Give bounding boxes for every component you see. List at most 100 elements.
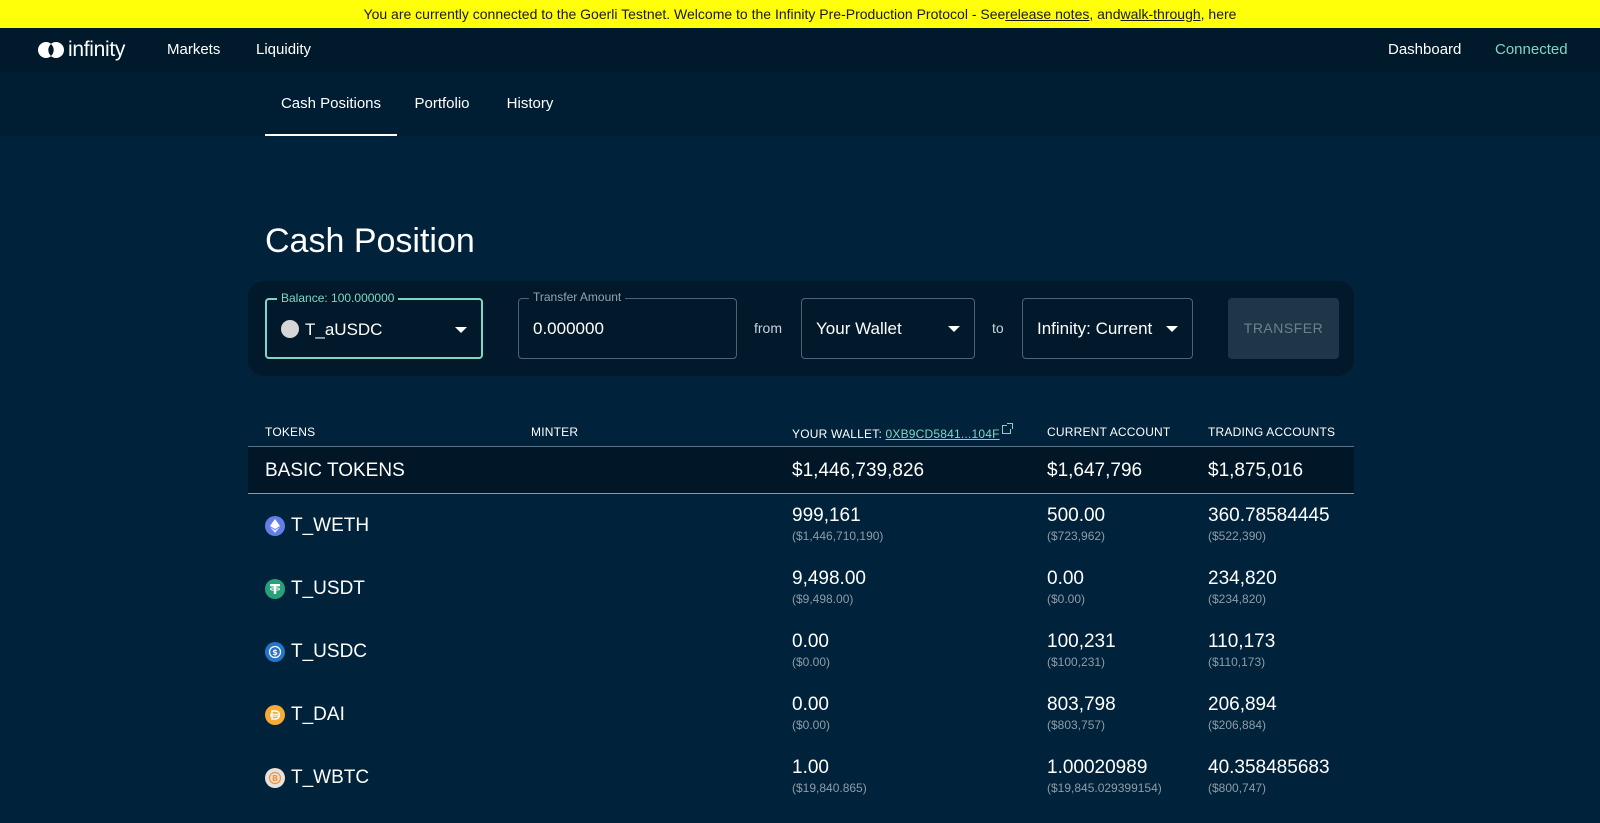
tab-cash-positions[interactable]: Cash Positions	[265, 72, 397, 136]
tether-icon	[265, 578, 285, 599]
chevron-down-icon	[1166, 326, 1178, 332]
infinity-logo[interactable]: infinity	[37, 28, 125, 72]
token-table: TOKENS MINTER YOUR WALLET: 0XB9CD5841...…	[248, 416, 1354, 809]
trading-cell: 206,894 ($206,884)	[1208, 693, 1277, 733]
wallet-amount: 9,498.00	[792, 568, 866, 589]
transfer-panel: Balance: 100.000000 T_aUSDC Transfer Amo…	[248, 281, 1354, 376]
table-row[interactable]: $ T_USDC 0.00 ($0.00) 100,231 ($100,231)…	[248, 620, 1354, 683]
walk-through-link[interactable]: walk-through	[1121, 6, 1201, 22]
sub-navigation: Cash Positions Portfolio History	[0, 72, 1600, 136]
top-navigation: infinity Markets Liquidity Dashboard Con…	[0, 28, 1600, 72]
to-select-value: Infinity: Current	[1037, 319, 1153, 338]
wallet-cell: 999,161 ($1,446,710,190)	[792, 504, 883, 544]
logo-wordmark: infinity	[68, 38, 126, 61]
from-select[interactable]: Your Wallet	[801, 298, 975, 359]
svg-text:B: B	[272, 774, 278, 783]
to-label: to	[992, 320, 1004, 336]
svg-text:$: $	[272, 648, 278, 657]
wallet-amount: 0.00	[792, 631, 829, 652]
current-usd: ($0.00)	[1047, 592, 1086, 606]
group-trading-total: $1,875,016	[1208, 460, 1304, 481]
token-cell: T_USDT	[265, 557, 365, 620]
wallet-cell: 9,498.00 ($9,498.00)	[792, 567, 866, 607]
group-name: BASIC TOKENS	[265, 460, 405, 481]
header-tokens: TOKENS	[265, 425, 316, 439]
wallet-amount: 1.00	[792, 757, 829, 778]
nav-liquidity[interactable]: Liquidity	[256, 28, 311, 72]
current-cell: 100,231 ($100,231)	[1047, 630, 1116, 670]
header-current-account: CURRENT ACCOUNT	[1047, 425, 1171, 439]
trading-usd: ($234,820)	[1208, 592, 1267, 606]
wallet-address-link[interactable]: 0XB9CD5841...104F	[886, 427, 1000, 441]
banner-text-after: , here	[1200, 6, 1237, 22]
token-cell: T_WETH	[265, 494, 369, 557]
wallet-amount: 0.00	[792, 694, 829, 715]
token-select-value: T_aUSDC	[281, 300, 382, 359]
current-cell: 500.00 ($723,962)	[1047, 504, 1105, 544]
current-usd: ($19,845.029399154)	[1047, 781, 1162, 795]
table-header: TOKENS MINTER YOUR WALLET: 0XB9CD5841...…	[248, 416, 1354, 447]
header-minter: MINTER	[531, 425, 579, 439]
header-wallet: YOUR WALLET: 0XB9CD5841...104F	[792, 423, 1013, 441]
token-name: T_WETH	[291, 514, 370, 536]
trading-amount: 110,173	[1208, 631, 1276, 652]
token-select-label: T_aUSDC	[305, 320, 383, 339]
wallet-usd: ($1,446,710,190)	[792, 529, 884, 543]
trading-usd: ($206,884)	[1208, 718, 1267, 732]
infinity-logo-icon	[38, 42, 64, 58]
current-amount: 803,798	[1047, 694, 1116, 715]
wallet-cell: 0.00 ($0.00)	[792, 630, 830, 670]
tab-history[interactable]: History	[502, 72, 558, 136]
transfer-amount-field[interactable]: Transfer Amount 0.000000	[518, 290, 737, 359]
nav-markets[interactable]: Markets	[167, 28, 220, 72]
wallet-usd: ($9,498.00)	[792, 592, 854, 606]
current-cell: 803,798 ($803,757)	[1047, 693, 1116, 733]
token-cell: T_DAI	[265, 683, 345, 746]
table-row[interactable]: B T_WBTC 1.00 ($19,840.865) 1.00020989 (…	[248, 746, 1354, 809]
token-name: T_DAI	[291, 703, 345, 725]
trading-amount: 40.358485683	[1208, 757, 1330, 778]
group-wallet-total: $1,446,739,826	[792, 460, 925, 481]
wallet-usd: ($0.00)	[792, 655, 831, 669]
connected-status[interactable]: Connected	[1495, 28, 1568, 72]
trading-usd: ($800,747)	[1208, 781, 1267, 795]
current-cell: 0.00 ($0.00)	[1047, 567, 1085, 607]
group-row-basic-tokens: BASIC TOKENS $1,446,739,826 $1,647,796 $…	[248, 447, 1354, 494]
external-link-icon[interactable]	[1001, 423, 1013, 434]
header-wallet-label: YOUR WALLET:	[792, 427, 886, 441]
transfer-amount-value[interactable]: 0.000000	[533, 299, 604, 358]
trading-usd: ($110,173)	[1208, 655, 1266, 669]
current-amount: 500.00	[1047, 505, 1106, 526]
current-amount: 0.00	[1047, 568, 1084, 589]
tab-portfolio[interactable]: Portfolio	[408, 72, 476, 136]
trading-cell: 110,173 ($110,173)	[1208, 630, 1275, 670]
trading-cell: 40.358485683 ($800,747)	[1208, 756, 1330, 796]
current-amount: 100,231	[1047, 631, 1116, 652]
transfer-button[interactable]: TRANSFER	[1228, 298, 1339, 359]
token-cell: $ T_USDC	[265, 620, 367, 683]
banner-text-before: You are currently connected to the Goerl…	[363, 6, 1006, 22]
chevron-down-icon	[948, 326, 960, 332]
usdc-icon: $	[265, 641, 285, 662]
testnet-banner: You are currently connected to the Goerl…	[0, 0, 1600, 28]
trading-cell: 234,820 ($234,820)	[1208, 567, 1277, 607]
token-name: T_USDT	[291, 577, 365, 599]
token-select[interactable]: Balance: 100.000000 T_aUSDC	[265, 291, 483, 359]
to-select[interactable]: Infinity: Current	[1022, 298, 1193, 359]
banner-text-mid: , and	[1089, 6, 1121, 22]
token-name: T_WBTC	[291, 766, 370, 788]
table-row[interactable]: T_WETH 999,161 ($1,446,710,190) 500.00 (…	[248, 494, 1354, 557]
table-row[interactable]: T_USDT 9,498.00 ($9,498.00) 0.00 ($0.00)…	[248, 557, 1354, 620]
wbtc-icon: B	[265, 767, 285, 788]
table-row[interactable]: T_DAI 0.00 ($0.00) 803,798 ($803,757) 20…	[248, 683, 1354, 746]
current-cell: 1.00020989 ($19,845.029399154)	[1047, 756, 1162, 796]
wallet-amount: 999,161	[792, 505, 861, 526]
dai-icon	[265, 704, 285, 725]
current-usd: ($100,231)	[1047, 655, 1106, 669]
wallet-usd: ($19,840.865)	[792, 781, 867, 795]
release-notes-link[interactable]: release notes	[1005, 6, 1089, 22]
wallet-cell: 1.00 ($19,840.865)	[792, 756, 867, 796]
current-usd: ($803,757)	[1047, 718, 1106, 732]
group-current-total: $1,647,796	[1047, 460, 1143, 481]
nav-dashboard[interactable]: Dashboard	[1388, 28, 1461, 72]
